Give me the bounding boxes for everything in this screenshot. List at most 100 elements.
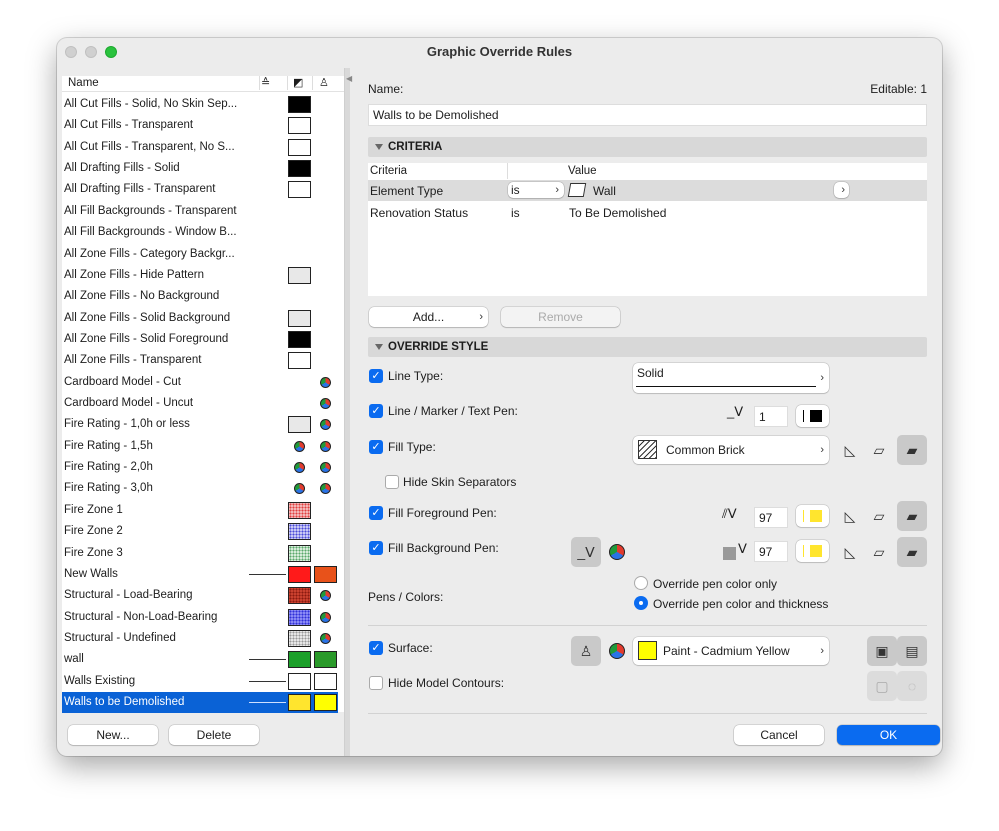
- rule-name: All Cut Fills - Transparent, No S...: [64, 140, 235, 153]
- hide-model-contours-label: Hide Model Contours:: [388, 676, 505, 690]
- pens-colors-label: Pens / Colors:: [368, 590, 444, 604]
- line-pen-checkbox[interactable]: ✓: [369, 404, 383, 418]
- list-item[interactable]: Walls Existing: [62, 671, 338, 692]
- list-item[interactable]: All Zone Fills - No Background: [62, 286, 338, 307]
- surface-fill-icon[interactable]: ▰: [897, 435, 927, 465]
- list-item[interactable]: All Fill Backgrounds - Window B...: [62, 222, 338, 243]
- fill-type-value: Common Brick: [666, 443, 745, 457]
- line-pen-color-button[interactable]: [796, 405, 829, 427]
- list-item[interactable]: Fire Rating - 3,0h: [62, 478, 338, 499]
- name-input[interactable]: Walls to be Demolished: [368, 104, 927, 126]
- list-item[interactable]: New Walls: [62, 564, 338, 585]
- value-chevron-button[interactable]: ›: [834, 182, 849, 198]
- brush-button[interactable]: ♙: [571, 636, 601, 666]
- new-button[interactable]: New...: [68, 725, 158, 745]
- pen-mode-button[interactable]: _ᐯ: [571, 537, 601, 567]
- cut-fill-icon[interactable]: ◺: [835, 501, 865, 531]
- list-item[interactable]: Walls to be Demolished: [62, 692, 338, 714]
- list-item[interactable]: Fire Rating - 2,0h: [62, 457, 338, 478]
- rule-name: Cardboard Model - Uncut: [64, 397, 194, 410]
- pen-icon: _ᐯ: [727, 404, 744, 419]
- list-item[interactable]: All Drafting Fills - Solid: [62, 158, 338, 179]
- cover-fill-icon[interactable]: ▱: [864, 537, 894, 567]
- list-item[interactable]: All Cut Fills - Transparent, No S...: [62, 137, 338, 158]
- list-item[interactable]: Cardboard Model - Cut: [62, 372, 338, 393]
- hide-skin-separators-checkbox[interactable]: [385, 475, 399, 489]
- list-item[interactable]: Fire Rating - 1,5h: [62, 436, 338, 457]
- cover-fill-icon[interactable]: ▱: [864, 435, 894, 465]
- list-item[interactable]: Fire Zone 3: [62, 543, 338, 564]
- list-item[interactable]: All Zone Fills - Solid Foreground: [62, 329, 338, 350]
- cover-fill-icon[interactable]: ▱: [864, 501, 894, 531]
- criteria-row[interactable]: Renovation Status is To Be Demolished: [368, 201, 927, 222]
- color-wheel-icon[interactable]: [609, 544, 625, 560]
- rule-name: All Fill Backgrounds - Transparent: [64, 204, 237, 217]
- line-pen-input[interactable]: 1: [754, 406, 788, 427]
- cut-fill-icon[interactable]: ◺: [835, 435, 865, 465]
- line-type-checkbox[interactable]: ✓: [369, 369, 383, 383]
- fill-type-select[interactable]: Common Brick ›: [633, 436, 829, 464]
- list-item[interactable]: All Fill Backgrounds - Transparent: [62, 201, 338, 222]
- fill-type-checkbox[interactable]: ✓: [369, 440, 383, 454]
- list-item[interactable]: All Zone Fills - Hide Pattern: [62, 265, 338, 286]
- rules-list[interactable]: Name ≙ ◩ ♙ All Cut Fills - Solid, No Ski…: [62, 76, 344, 714]
- list-item[interactable]: All Zone Fills - Transparent: [62, 350, 338, 371]
- ok-button[interactable]: OK: [837, 725, 940, 745]
- list-item[interactable]: All Cut Fills - Transparent: [62, 115, 338, 136]
- line-column-icon[interactable]: ≙: [261, 76, 270, 89]
- fill-column-icon[interactable]: ◩: [293, 76, 303, 89]
- surface-fill-icon[interactable]: ▰: [897, 537, 927, 567]
- add-criteria-button[interactable]: Add... ›: [369, 307, 488, 327]
- surface-column-icon[interactable]: ♙: [319, 76, 329, 89]
- surface-apply-icon[interactable]: ▣: [867, 636, 897, 666]
- surface-paint-icon[interactable]: ▤: [897, 636, 927, 666]
- list-item[interactable]: Fire Rating - 1,0h or less: [62, 414, 338, 435]
- list-item[interactable]: Structural - Undefined: [62, 628, 338, 649]
- cancel-button[interactable]: Cancel: [734, 725, 824, 745]
- color-swatch: [288, 694, 311, 712]
- criteria-section-header[interactable]: CRITERIA: [368, 137, 927, 157]
- fill-background-pen-input[interactable]: 97: [754, 541, 788, 562]
- hide-model-contours-checkbox[interactable]: [369, 676, 383, 690]
- list-item[interactable]: All Drafting Fills - Transparent: [62, 179, 338, 200]
- override-style-section-header[interactable]: OVERRIDE STYLE: [368, 337, 927, 357]
- color-wheel-icon[interactable]: [609, 643, 625, 659]
- fill-background-pen-checkbox[interactable]: ✓: [369, 541, 383, 555]
- delete-button[interactable]: Delete: [169, 725, 259, 745]
- collapse-arrow-icon[interactable]: ◀: [346, 74, 352, 83]
- list-item[interactable]: All Zone Fills - Category Backgr...: [62, 244, 338, 265]
- list-item[interactable]: All Zone Fills - Solid Background: [62, 308, 338, 329]
- list-item[interactable]: All Cut Fills - Solid, No Skin Sep...: [62, 94, 338, 115]
- col-value: Value: [568, 165, 597, 177]
- surface-fill-icon[interactable]: ▰: [897, 501, 927, 531]
- criteria-table: Criteria Value Element Type is › Wall › R…: [368, 163, 927, 296]
- list-item[interactable]: wall: [62, 649, 338, 670]
- fill-foreground-pen-checkbox[interactable]: ✓: [369, 506, 383, 520]
- color-swatch: [314, 672, 337, 690]
- override-color-thickness-radio[interactable]: [634, 596, 648, 610]
- list-item[interactable]: Fire Zone 2: [62, 521, 338, 542]
- surface-checkbox[interactable]: ✓: [369, 641, 383, 655]
- rule-name: All Zone Fills - Category Backgr...: [64, 247, 235, 260]
- fill-background-color-button[interactable]: [796, 540, 829, 562]
- cut-fill-icon[interactable]: ◺: [835, 537, 865, 567]
- list-item[interactable]: Structural - Non-Load-Bearing: [62, 607, 338, 628]
- close-button[interactable]: [65, 46, 77, 58]
- criteria-value: Wall: [593, 184, 616, 198]
- window-title: Graphic Override Rules: [426, 44, 573, 59]
- surface-select[interactable]: Paint - Cadmium Yellow ›: [633, 637, 829, 665]
- remove-criteria-button[interactable]: Remove: [501, 307, 620, 327]
- splitter[interactable]: [344, 68, 350, 756]
- list-item[interactable]: Structural - Load-Bearing: [62, 585, 338, 606]
- fill-foreground-color-button[interactable]: [796, 505, 829, 527]
- criteria-row[interactable]: Element Type is › Wall ›: [368, 180, 927, 201]
- operator-select[interactable]: is ›: [508, 182, 564, 198]
- minimize-button[interactable]: [85, 46, 97, 58]
- override-color-only-radio[interactable]: [634, 576, 648, 590]
- list-item[interactable]: Fire Zone 1: [62, 500, 338, 521]
- line-type-select[interactable]: Solid ›: [633, 363, 829, 393]
- rule-name: All Zone Fills - Transparent: [64, 354, 202, 367]
- fill-foreground-pen-input[interactable]: 97: [754, 507, 788, 528]
- list-item[interactable]: Cardboard Model - Uncut: [62, 393, 338, 414]
- zoom-button[interactable]: [105, 46, 117, 58]
